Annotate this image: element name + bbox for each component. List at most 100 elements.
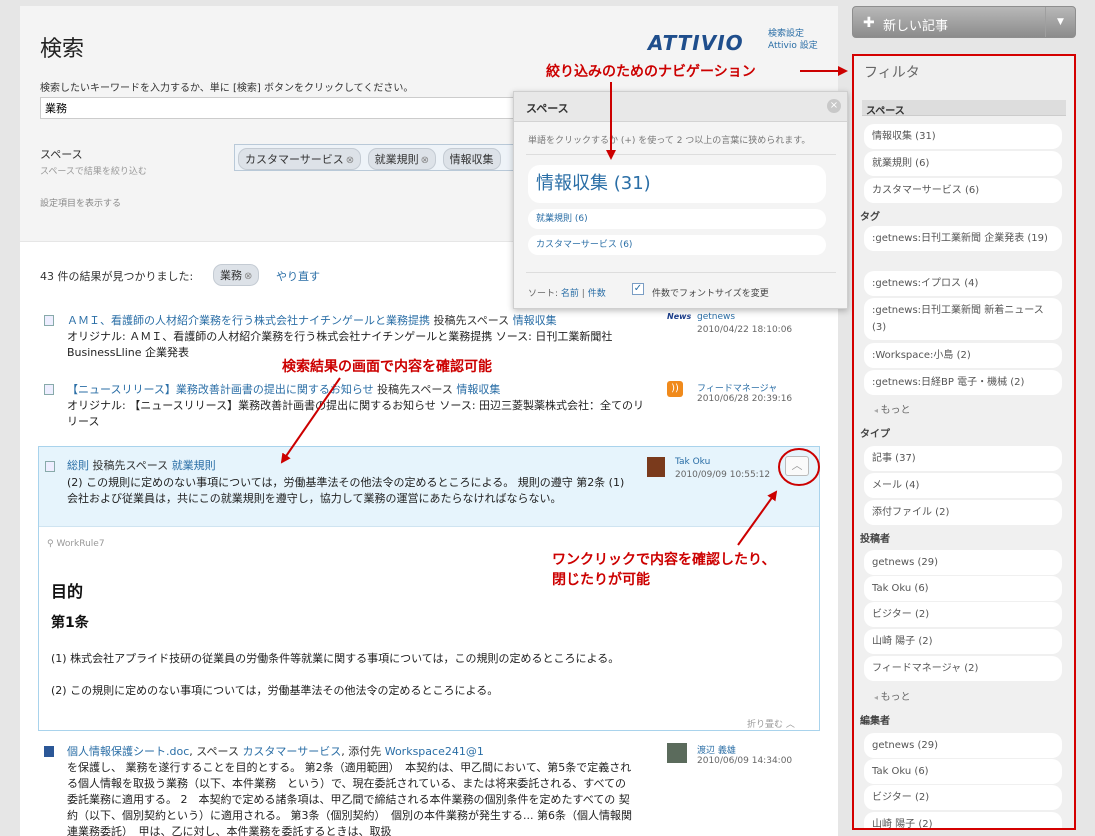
- retry-link[interactable]: やり直す: [276, 268, 320, 284]
- show-settings-link[interactable]: 設定項目を表示する: [40, 196, 121, 209]
- annotation-results: 検索結果の画面で内容を確認可能: [282, 359, 492, 375]
- filter-section-editor: 編集者: [860, 716, 890, 727]
- space-chip[interactable]: 就業規則 ⊗: [367, 148, 437, 170]
- space-chip[interactable]: カスタマーサービス ⊗: [238, 148, 362, 170]
- result-date: 2010/06/09 14:34:00: [697, 756, 793, 766]
- result-title-text[interactable]: ＡＭＩ、看護師の人材紹介業務を行う株式会社ナイチンゲールと業務提携: [67, 314, 430, 327]
- filter-sidebar: フィルタ スペース 情報収集 (31) 就業規則 (6) カスタマーサービス (…: [852, 54, 1076, 830]
- page-title: 検索: [40, 37, 85, 62]
- result-title[interactable]: 総則 投稿先スペース 就業規則: [67, 457, 647, 473]
- filter-item[interactable]: 山崎 陽子 (2): [864, 629, 1062, 654]
- filter-item[interactable]: ビジター (2): [864, 602, 1062, 627]
- filter-item[interactable]: 記事 (37): [864, 446, 1062, 471]
- result-item: 【ニュースリリース】業務改善計画書の提出に関するお知らせ 投稿先スペース 情報収…: [40, 381, 820, 436]
- filter-item[interactable]: 就業規則 (6): [864, 151, 1062, 176]
- font-size-checkbox-label: 件数でフォントサイズを変更: [652, 289, 769, 299]
- filter-item[interactable]: ビジター (2): [864, 785, 1062, 810]
- popup-space-item[interactable]: カスタマーサービス (6): [528, 235, 826, 255]
- remove-chip-icon[interactable]: ⊗: [244, 271, 252, 282]
- result-space-link[interactable]: 情報収集: [456, 383, 500, 396]
- result-meta: 投稿先スペース: [430, 314, 513, 327]
- keyword-chip[interactable]: 業務 ⊗: [213, 264, 260, 286]
- annotation-nav: 絞り込みのためのナビゲーション: [546, 64, 756, 80]
- result-title[interactable]: ＡＭＩ、看護師の人材紹介業務を行う株式会社ナイチンゲールと業務提携 投稿先スペー…: [67, 312, 647, 328]
- more-link[interactable]: ◂ もっと: [874, 688, 911, 703]
- chevron-down-icon[interactable]: ▼: [1045, 7, 1075, 37]
- filter-item[interactable]: :Workspace:小島 (2): [864, 343, 1062, 368]
- remove-chip-icon[interactable]: ⊗: [346, 155, 354, 166]
- search-settings-link[interactable]: 検索設定: [768, 28, 818, 40]
- result-title[interactable]: 個人情報保護シート.doc, スペース カスタマーサービス, 添付先 Works…: [67, 743, 647, 759]
- space-chip[interactable]: 情報収集: [442, 148, 501, 170]
- workrule-link[interactable]: ⚲ WorkRule7: [47, 539, 105, 549]
- filter-item[interactable]: getnews (29): [864, 550, 1062, 575]
- more-label[interactable]: もっと: [881, 405, 911, 416]
- doc-heading: 目的: [51, 582, 84, 601]
- rss-icon: )): [667, 381, 683, 397]
- sort-by-count-link[interactable]: 件数: [588, 289, 606, 299]
- result-author[interactable]: Tak Oku: [675, 457, 710, 467]
- result-title-text[interactable]: 総則: [67, 459, 89, 472]
- filter-item[interactable]: :getnews:日経BP 電子・機械 (2): [864, 370, 1062, 395]
- result-attach-link[interactable]: Workspace241@1: [385, 745, 484, 758]
- result-title[interactable]: 【ニュースリリース】業務改善計画書の提出に関するお知らせ 投稿先スペース 情報収…: [67, 381, 647, 397]
- filter-section-type: タイプ: [860, 429, 890, 440]
- workrule-link-label[interactable]: WorkRule7: [56, 539, 104, 549]
- search-input[interactable]: [40, 97, 518, 119]
- filter-item[interactable]: 情報収集 (31): [864, 124, 1062, 149]
- result-title-text[interactable]: 個人情報保護シート.doc: [67, 745, 189, 758]
- filter-item[interactable]: Tak Oku (6): [864, 759, 1062, 784]
- close-icon[interactable]: ×: [827, 99, 841, 113]
- filter-item[interactable]: 添付ファイル (2): [864, 500, 1062, 525]
- result-space-link[interactable]: カスタマーサービス: [242, 745, 341, 758]
- filter-item[interactable]: Tak Oku (6): [864, 576, 1062, 601]
- annotation-oneclick-line: 閉じたりが可能: [552, 572, 650, 588]
- result-title-text[interactable]: 【ニュースリリース】業務改善計画書の提出に関するお知らせ: [67, 383, 374, 396]
- space-filter-popup: スペース × 単語をクリックするか (+) を使って 2 つ以上の言葉に狭められ…: [513, 91, 848, 309]
- sort-by-name-link[interactable]: 名前: [561, 289, 579, 299]
- result-meta: 投稿先スペース: [89, 459, 172, 472]
- filter-item[interactable]: メール (4): [864, 473, 1062, 498]
- filter-item[interactable]: :getnews:日刊工業新聞 企業発表 (19): [864, 226, 1062, 251]
- popup-header: スペース ×: [514, 92, 847, 122]
- divider: [526, 154, 836, 155]
- attivio-settings-link[interactable]: Attivio 設定: [768, 40, 818, 52]
- filter-section-tag: タグ: [860, 212, 880, 223]
- result-meta: , 添付先: [341, 745, 385, 758]
- new-article-label: 新しい記事: [883, 19, 949, 34]
- result-count: 43 件の結果が見つかりました:: [40, 270, 194, 283]
- result-space-link[interactable]: 就業規則: [172, 459, 216, 472]
- doc-paragraph: (2) この規則に定めのない事項については，労働基準法その他法令の定めるところに…: [51, 684, 499, 697]
- result-author[interactable]: 渡辺 義雄: [697, 743, 736, 756]
- avatar: [647, 457, 665, 477]
- more-link[interactable]: ◂ もっと: [874, 401, 911, 416]
- divider: [526, 272, 836, 273]
- search-instructions: 検索したいキーワードを入力するか、単に [検索] ボタンをクリックしてください。: [40, 83, 414, 94]
- avatar: [667, 743, 687, 763]
- popup-space-item[interactable]: 情報収集 (31): [528, 165, 826, 203]
- fold-label[interactable]: 折り畳む: [747, 720, 783, 730]
- filter-item[interactable]: getnews (29): [864, 733, 1062, 758]
- remove-chip-icon[interactable]: ⊗: [421, 155, 429, 166]
- annotation-oneclick: ワンクリックで内容を確認したり、 閉じたりが可能: [552, 549, 775, 589]
- collapse-button[interactable]: ︿: [785, 456, 809, 476]
- font-size-checkbox[interactable]: ✓: [632, 283, 644, 295]
- sort-label: ソート:: [528, 289, 561, 299]
- result-author[interactable]: フィードマネージャ: [697, 381, 777, 394]
- filter-item[interactable]: 山崎 陽子 (2): [864, 812, 1062, 828]
- filter-item[interactable]: カスタマーサービス (6): [864, 178, 1062, 203]
- more-label[interactable]: もっと: [881, 692, 911, 703]
- filter-item[interactable]: :getnews:イプロス (4): [864, 271, 1062, 296]
- space-chip-field[interactable]: カスタマーサービス ⊗ 就業規則 ⊗ 情報収集: [234, 144, 518, 171]
- popup-space-item[interactable]: 就業規則 (6): [528, 209, 826, 229]
- new-article-button[interactable]: ✚ 新しい記事 ▼: [852, 6, 1076, 38]
- filter-item[interactable]: フィードマネージャ (2): [864, 656, 1062, 681]
- result-author[interactable]: getnews: [697, 312, 735, 322]
- plus-icon: ✚: [863, 15, 875, 31]
- space-chip-label: カスタマーサービス: [245, 153, 344, 166]
- fold-link[interactable]: 折り畳む ︿: [747, 717, 795, 730]
- filter-item[interactable]: :getnews:日刊工業新聞 新着ニュース (3): [864, 298, 1062, 340]
- result-space-link[interactable]: 情報収集: [513, 314, 557, 327]
- expanded-result-summary[interactable]: 総則 投稿先スペース 就業規則 (2) この規則に定めのない事項については，労働…: [39, 447, 819, 527]
- popup-title: スペース: [526, 102, 569, 115]
